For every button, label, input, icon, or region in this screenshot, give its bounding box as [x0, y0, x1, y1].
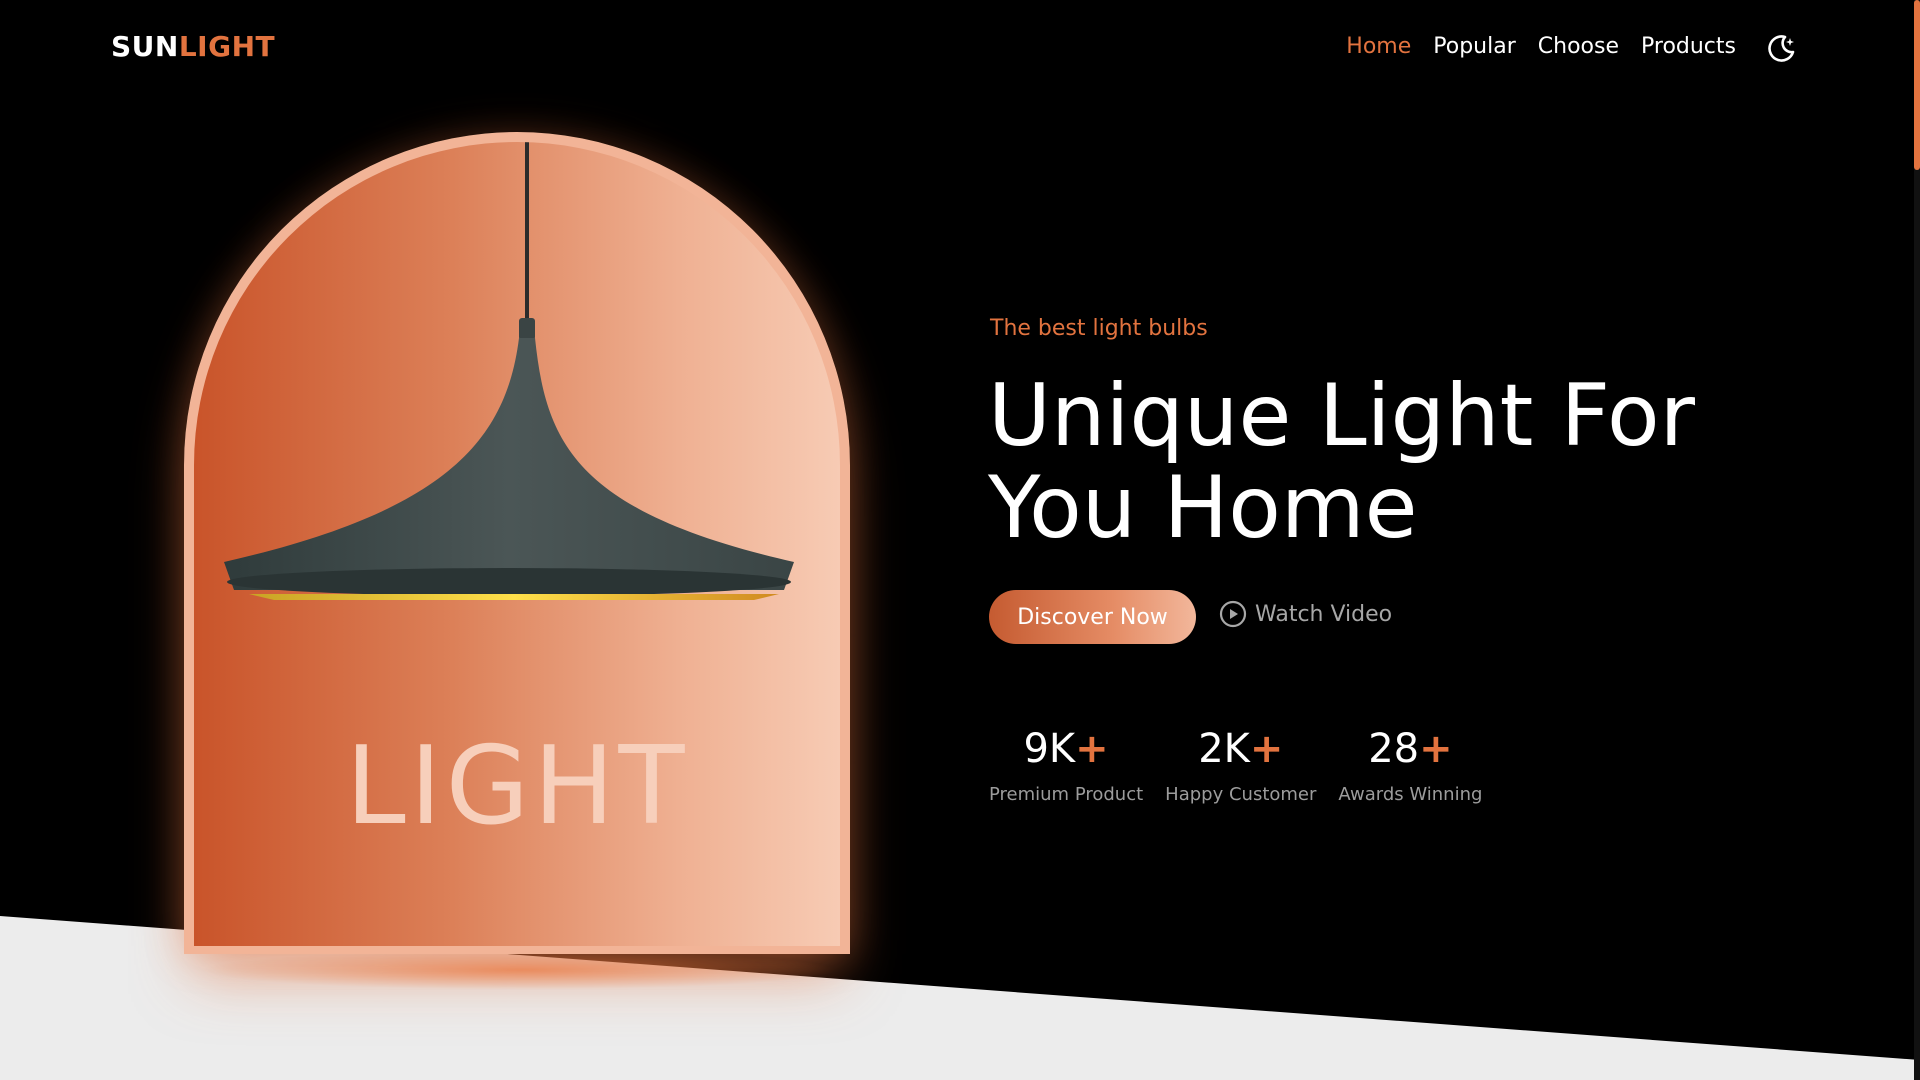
hero-title: Unique Light For You Home	[988, 370, 1848, 554]
stat-value: 2K	[1198, 726, 1250, 772]
stat-number: 2K+	[1198, 726, 1283, 772]
nav-item-popular[interactable]: Popular	[1433, 34, 1516, 59]
stat-label: Awards Winning	[1338, 784, 1483, 805]
stat-value: 28	[1368, 726, 1420, 772]
play-circle-icon	[1219, 600, 1247, 628]
stat-premium-product: 9K+ Premium Product	[989, 726, 1143, 805]
logo-part-light: LIGHT	[178, 30, 276, 63]
discover-now-button[interactable]: Discover Now	[989, 590, 1196, 644]
nav-item-choose[interactable]: Choose	[1538, 34, 1619, 59]
hero-title-line2: You Home	[988, 458, 1418, 558]
main-nav: Home Popular Choose Products	[1346, 34, 1736, 59]
hero-title-line1: Unique Light For	[988, 366, 1696, 466]
nav-item-home[interactable]: Home	[1346, 34, 1411, 59]
scrollbar-thumb[interactable]	[1914, 0, 1920, 170]
watch-video-label: Watch Video	[1255, 601, 1393, 627]
scrollbar[interactable]	[1914, 0, 1920, 1080]
moon-stars-icon[interactable]	[1766, 32, 1798, 64]
hero-image-arch: LIGHT	[184, 132, 850, 954]
arch-word: LIGHT	[345, 724, 689, 849]
stat-value: 9K	[1023, 726, 1076, 772]
stat-label: Happy Customer	[1165, 784, 1317, 805]
page: LIGHT SUNLIGHT Home Popular Choose Produ…	[0, 0, 1920, 1080]
watch-video-button[interactable]: Watch Video	[1219, 600, 1392, 628]
stat-number: 9K+	[1023, 726, 1108, 772]
stat-number: 28+	[1368, 726, 1452, 772]
nav-item-products[interactable]: Products	[1641, 34, 1736, 59]
logo[interactable]: SUNLIGHT	[111, 30, 275, 63]
stat-happy-customer: 2K+ Happy Customer	[1165, 726, 1316, 805]
stat-awards-winning: 28+ Awards Winning	[1338, 726, 1482, 805]
hero-subtitle: The best light bulbs	[990, 316, 1208, 341]
header: SUNLIGHT Home Popular Choose Products	[0, 0, 1920, 100]
stat-plus: +	[1249, 726, 1284, 772]
arch-glow	[200, 950, 840, 990]
stats: 9K+ Premium Product 2K+ Happy Customer 2…	[989, 726, 1482, 805]
stat-plus: +	[1419, 726, 1453, 772]
logo-part-sun: SUN	[111, 30, 179, 63]
stat-plus: +	[1075, 726, 1109, 772]
stat-label: Premium Product	[989, 784, 1144, 805]
